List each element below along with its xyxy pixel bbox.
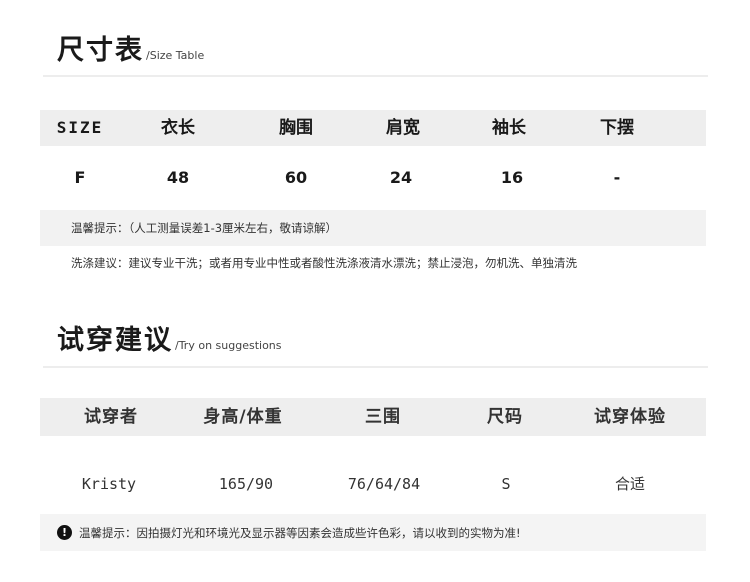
header-height-weight: 身高/体重 <box>203 407 283 427</box>
header-length: 衣长 <box>161 118 195 138</box>
size-table-title-en: /Size Table <box>146 49 205 62</box>
try-on-title-en: /Try on suggestions <box>175 339 282 352</box>
cell-shoulder: 24 <box>389 168 413 187</box>
cell-sleeve: 16 <box>500 168 524 187</box>
header-measurements: 三围 <box>365 407 401 427</box>
divider <box>43 75 708 77</box>
header-size: SIZE <box>56 118 104 137</box>
cell-model: Kristy <box>81 475 137 493</box>
size-table-title: 尺寸表 /Size Table <box>57 28 204 67</box>
exclamation-circle-icon: ! <box>57 525 72 540</box>
cell-size: F <box>74 168 86 187</box>
measurement-note: 温馨提示：（人工测量误差1-3厘米左右，敬请谅解） <box>40 210 706 246</box>
color-warning: ! 温馨提示：因拍摄灯光和环境光及显示器等因素会造成些许色彩，请以收到的实物为准… <box>40 514 706 551</box>
cell-chest: 60 <box>284 168 308 187</box>
color-warning-text: 温馨提示：因拍摄灯光和环境光及显示器等因素会造成些许色彩，请以收到的实物为准! <box>79 525 521 540</box>
table-row: Kristy 165/90 76/64/84 S 合适 <box>40 466 706 502</box>
wash-advice: 洗涤建议：建议专业干洗；或者用专业中性或者酸性洗涤液清水漂洗；禁止浸泡，勿机洗、… <box>71 256 577 270</box>
try-on-title-zh: 试穿建议 <box>57 325 173 356</box>
header-shoulder: 肩宽 <box>386 118 420 138</box>
try-on-table-header: 试穿者 身高/体重 三围 尺码 试穿体验 <box>40 398 706 436</box>
try-on-title: 试穿建议 /Try on suggestions <box>57 318 282 357</box>
table-row: F 48 60 24 16 - <box>40 160 706 196</box>
cell-fit: 合适 <box>614 475 646 493</box>
header-fit: 试穿体验 <box>594 407 666 427</box>
header-hem: 下摆 <box>600 118 634 138</box>
divider <box>43 366 708 368</box>
header-chest: 胸围 <box>279 118 313 138</box>
header-sleeve: 袖长 <box>492 118 526 138</box>
cell-measurements: 76/64/84 <box>347 475 421 493</box>
cell-hem: - <box>613 168 621 187</box>
size-table-title-zh: 尺寸表 <box>57 35 144 66</box>
header-size: 尺码 <box>487 407 523 427</box>
size-table-header: SIZE 衣长 胸围 肩宽 袖长 下摆 <box>40 110 706 146</box>
cell-size: S <box>501 475 511 493</box>
header-model: 试穿者 <box>84 407 138 427</box>
cell-length: 48 <box>166 168 190 187</box>
cell-height-weight: 165/90 <box>218 475 274 493</box>
measurement-note-text: 温馨提示：（人工测量误差1-3厘米左右，敬请谅解） <box>71 221 338 235</box>
